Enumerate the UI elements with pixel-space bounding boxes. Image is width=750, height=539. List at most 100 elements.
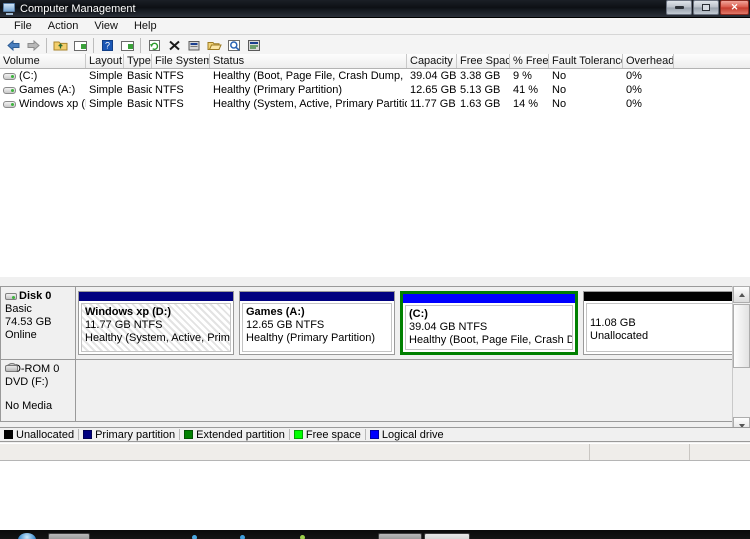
rescan-disks-icon[interactable]: [244, 36, 264, 55]
graphical-view-scrollbar[interactable]: [732, 286, 750, 434]
cell-free-space: 5.13 GB: [460, 84, 501, 96]
toolbar-separator: [93, 38, 94, 53]
drive-icon: [3, 86, 16, 95]
partition-unallocated[interactable]: 11.08 GB Unallocated: [583, 291, 733, 355]
window-controls: ✕: [666, 0, 749, 15]
partition-c[interactable]: (C:) 39.04 GB NTFS Healthy (Boot, Page F…: [400, 291, 578, 355]
menu-item-view[interactable]: View: [86, 19, 126, 33]
partition-color-bar: [79, 292, 233, 301]
legend-item-primary-partition: Primary partition: [83, 429, 175, 441]
close-button[interactable]: ✕: [720, 0, 749, 15]
start-orb-icon[interactable]: [18, 533, 36, 539]
legend-swatch-extended-partition: [184, 430, 194, 439]
cell-volume-label: Windows xp (D:): [19, 98, 86, 110]
taskbar-item[interactable]: [48, 533, 90, 539]
maximize-button[interactable]: [693, 0, 719, 15]
show-hide-tree-icon[interactable]: [70, 36, 90, 55]
minimize-button[interactable]: [666, 0, 692, 15]
column-header-status[interactable]: Status: [210, 54, 407, 68]
volume-list-header: Volume Layout Type File System Status Ca…: [0, 54, 750, 69]
partition-strip: Windows xp (D:) 11.77 GB NTFS Healthy (S…: [76, 286, 733, 360]
cell-layout: Simple: [89, 70, 123, 82]
legend-item-unallocated: Unallocated: [4, 429, 74, 441]
column-header-volume[interactable]: Volume: [0, 54, 86, 68]
cell-status: Healthy (System, Active, Primary Partiti…: [213, 98, 407, 110]
cdrom-row: CD-ROM 0 DVD (F:) No Media: [0, 360, 733, 422]
properties-list-icon[interactable]: [117, 36, 137, 55]
column-header-overhead[interactable]: Overhead: [623, 54, 674, 68]
legend-separator: [179, 429, 181, 440]
column-header-percent-free[interactable]: % Free: [510, 54, 549, 68]
svg-text:?: ?: [104, 41, 109, 51]
legend-separator: [78, 429, 80, 440]
title-bar[interactable]: Computer Management ✕: [0, 0, 750, 18]
partition-windows-xp-d[interactable]: Windows xp (D:) 11.77 GB NTFS Healthy (S…: [78, 291, 234, 355]
scroll-up-arrow[interactable]: [733, 286, 750, 303]
cell-volume-label: Games (A:): [19, 84, 76, 96]
taskbar-icon[interactable]: [300, 535, 305, 539]
scroll-thumb[interactable]: [733, 304, 750, 368]
taskbar-icon[interactable]: [240, 535, 245, 539]
properties-icon[interactable]: [184, 36, 204, 55]
cell-layout: Simple: [89, 84, 123, 96]
cell-fault-tolerance: No: [552, 98, 567, 110]
partition-games-a[interactable]: Games (A:) 12.65 GB NTFS Healthy (Primar…: [239, 291, 395, 355]
refresh-icon[interactable]: [144, 36, 164, 55]
cell-capacity: 11.77 GB: [410, 98, 456, 110]
open-folder-icon[interactable]: [204, 36, 224, 55]
legend-swatch-unallocated: [4, 430, 13, 439]
search-icon[interactable]: [224, 36, 244, 55]
column-header-blank[interactable]: [674, 54, 750, 68]
partition-size: 39.04 GB NTFS: [409, 321, 488, 333]
column-header-file-system[interactable]: File System: [152, 54, 210, 68]
toolbar-separator: [140, 38, 141, 53]
desktop-background: [0, 460, 750, 531]
cell-volume: Games (A:): [0, 83, 86, 97]
partition-legend: Unallocated Primary partition Extended p…: [0, 427, 750, 442]
disk-info-panel[interactable]: Disk 0 Basic 74.53 GB Online: [0, 286, 76, 360]
menu-item-help[interactable]: Help: [126, 19, 165, 33]
column-header-capacity[interactable]: Capacity: [407, 54, 457, 68]
computer-management-window: Computer Management ✕ File Action View H…: [0, 0, 750, 539]
column-header-type[interactable]: Type: [124, 54, 152, 68]
computer-management-icon: [3, 2, 16, 15]
partition-color-bar: [403, 294, 575, 303]
table-row[interactable]: Games (A:) Simple Basic NTFS Healthy (Pr…: [0, 83, 750, 97]
table-row[interactable]: Windows xp (D:) Simple Basic NTFS Health…: [0, 97, 750, 111]
drive-icon: [3, 100, 16, 109]
up-folder-icon[interactable]: [50, 36, 70, 55]
cdrom-info-panel[interactable]: CD-ROM 0 DVD (F:) No Media: [0, 360, 76, 422]
cell-overhead: 0%: [626, 84, 642, 96]
disk-row-0: Disk 0 Basic 74.53 GB Online Windows xp …: [0, 286, 733, 360]
table-row[interactable]: (C:) Simple Basic NTFS Healthy (Boot, Pa…: [0, 69, 750, 83]
column-header-layout[interactable]: Layout: [86, 54, 124, 68]
forward-icon[interactable]: [23, 36, 43, 55]
taskbar-item-active[interactable]: [424, 533, 470, 539]
taskbar[interactable]: [0, 530, 750, 539]
disk-state: Online: [5, 329, 37, 341]
partition-details: (C:) 39.04 GB NTFS Healthy (Boot, Page F…: [405, 305, 573, 350]
legend-separator: [364, 429, 366, 440]
cdrom-state: No Media: [5, 400, 53, 412]
partition-status: Healthy (System, Active, Primary Partiti: [85, 332, 230, 344]
delete-icon[interactable]: [164, 36, 184, 55]
toolbar-separator: [46, 38, 47, 53]
help-icon[interactable]: ?: [97, 36, 117, 55]
menu-item-file[interactable]: File: [6, 19, 40, 33]
taskbar-icon[interactable]: [192, 535, 197, 539]
column-header-fault-tolerance[interactable]: Fault Tolerance: [549, 54, 623, 68]
back-icon[interactable]: [3, 36, 23, 55]
cell-fault-tolerance: No: [552, 70, 567, 82]
cell-fault-tolerance: No: [552, 84, 567, 96]
cell-volume: (C:): [0, 69, 86, 83]
menu-item-action[interactable]: Action: [40, 19, 87, 33]
status-segment-three: [690, 444, 750, 461]
partition-details: Games (A:) 12.65 GB NTFS Healthy (Primar…: [242, 303, 392, 352]
column-header-free-space[interactable]: Free Space: [457, 54, 510, 68]
taskbar-item[interactable]: [378, 533, 422, 539]
cell-percent-free: 9 %: [513, 70, 532, 82]
disk-size: 74.53 GB: [5, 316, 52, 328]
cell-type: Basic: [127, 70, 152, 82]
disk-name-row: Disk 0: [5, 290, 71, 303]
cell-file-system: NTFS: [155, 84, 184, 96]
